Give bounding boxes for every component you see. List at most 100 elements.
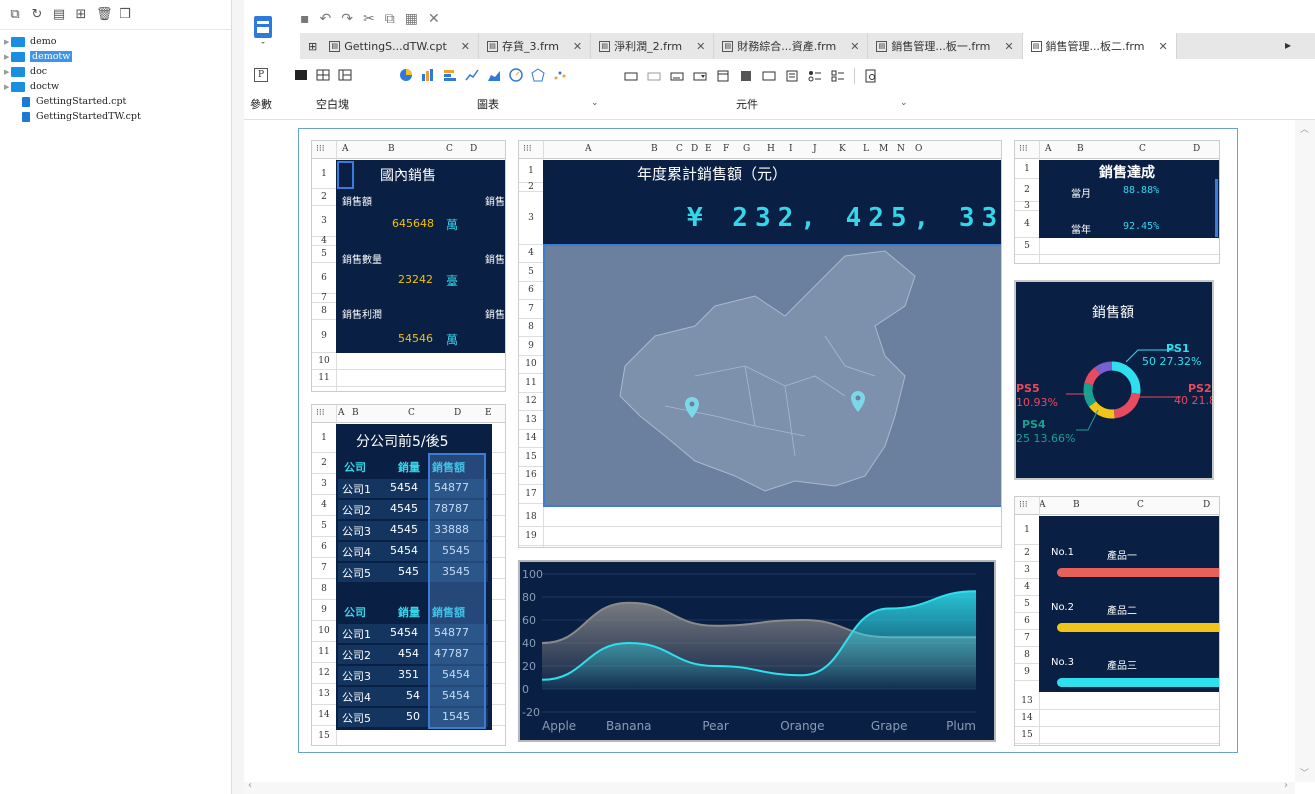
hbar-chart-icon[interactable]	[443, 68, 457, 82]
row-number[interactable]: 8	[519, 319, 543, 336]
textbox-icon[interactable]	[670, 69, 684, 83]
row-number[interactable]: 3	[519, 192, 543, 244]
delete-icon[interactable]: 🗑	[96, 7, 113, 22]
calendar-icon[interactable]	[739, 69, 753, 83]
row-number[interactable]: 3	[312, 474, 336, 494]
document-tab[interactable]: ▤ 存貨_3.frm ✕	[479, 33, 592, 59]
textarea-icon[interactable]	[785, 69, 799, 83]
radar-icon[interactable]	[531, 68, 545, 82]
column-label[interactable]: D	[691, 144, 698, 154]
row-number[interactable]: 1	[1015, 160, 1039, 178]
row-number[interactable]: 13	[312, 684, 336, 704]
annual-sales-map-report[interactable]: ⁝⁝⁝ A B C D E F G H I J K L M N O 1 2 3 4 5 6 7 8 9 10 11 12 13 14 15…	[518, 140, 1002, 548]
donut-chart-panel[interactable]: 銷售額 PS1 50 27.32% PS2 40 21.8 PS4 25 13.…	[1014, 280, 1214, 480]
row-number[interactable]: 17	[519, 486, 543, 503]
expand-arrow-icon[interactable]: ▶	[0, 68, 9, 76]
tree-item[interactable]: ▶ demotw	[0, 49, 231, 64]
column-label[interactable]: O	[915, 144, 922, 154]
tree-item[interactable]: ▶ demo	[0, 34, 231, 49]
row-number[interactable]: 2	[1015, 545, 1039, 561]
branch-ranking-report[interactable]: ⁝⁝⁝ ABCDE 1 2 3 4 5 6 7 8 9 10 11 12 13 14 15 分公司前5/後5…	[311, 404, 506, 746]
tree-item[interactable]: ▶ doc	[0, 64, 231, 79]
sales-achievement-report[interactable]: ⁝⁝⁝ ABCD 12345 銷售達成 當月 88.88% 當年 92.45%	[1014, 140, 1220, 264]
column-label[interactable]: J	[813, 144, 817, 154]
radio-group-icon[interactable]	[808, 69, 822, 83]
horizontal-scrollbar[interactable]: ‹ ›	[244, 780, 1295, 794]
preview-icon[interactable]	[864, 69, 878, 83]
template-icon[interactable]	[248, 12, 278, 46]
dropdown-icon[interactable]	[693, 69, 707, 83]
document-tab[interactable]: ▤ 淨利潤_2.frm ✕	[591, 33, 715, 59]
number-icon[interactable]	[762, 69, 776, 83]
tree-item[interactable]: GettingStartedTW.cpt	[0, 109, 231, 124]
row-number[interactable]: 2	[312, 453, 336, 473]
row-number[interactable]: 5	[312, 516, 336, 536]
column-label[interactable]: E	[705, 144, 712, 154]
row-number[interactable]: 6	[1015, 613, 1039, 629]
checkbox-group-icon[interactable]	[831, 69, 845, 83]
selected-cell[interactable]	[337, 161, 354, 189]
row-number[interactable]: 2	[1015, 179, 1039, 201]
row-number[interactable]: 2	[312, 189, 336, 205]
row-number[interactable]: 9	[519, 338, 543, 355]
row-number[interactable]: 10	[312, 353, 336, 369]
row-number[interactable]: 7	[1015, 630, 1039, 646]
row-number[interactable]: 4	[312, 237, 336, 246]
map-panel[interactable]	[543, 244, 1001, 507]
row-number[interactable]: 6	[312, 263, 336, 293]
tree-item[interactable]: ▶ doctw	[0, 79, 231, 94]
close-tab-icon[interactable]: ✕	[1158, 40, 1167, 53]
undo-icon[interactable]: ↶	[320, 11, 332, 27]
row-number[interactable]: 3	[1015, 202, 1039, 211]
row-number[interactable]: 7	[312, 294, 336, 303]
paste-icon[interactable]: ▦	[405, 11, 418, 27]
panel-splitter[interactable]	[232, 0, 244, 794]
row-number[interactable]: 1	[312, 424, 336, 452]
row-number[interactable]: 9	[312, 600, 336, 620]
row-number[interactable]: 14	[519, 430, 543, 447]
row-number[interactable]: 15	[312, 726, 336, 745]
row-number[interactable]: 4	[312, 495, 336, 515]
param-icon[interactable]: P	[254, 68, 268, 82]
tree-item[interactable]: GettingStarted.cpt	[0, 94, 231, 109]
button-widget-icon[interactable]	[624, 69, 638, 83]
document-tab[interactable]: ▤ GettingS...dTW.cpt ✕	[321, 33, 479, 59]
row-number[interactable]: 5	[312, 246, 336, 262]
chevron-down-icon[interactable]: ⌄	[900, 98, 908, 108]
row-number[interactable]: 13	[519, 412, 543, 429]
row-number[interactable]: 11	[312, 642, 336, 662]
document-tab[interactable]: ▤ 財務綜合...資產.frm ✕	[714, 33, 869, 59]
date-icon[interactable]	[716, 69, 730, 83]
column-label[interactable]: G	[743, 144, 750, 154]
column-label[interactable]: M	[879, 144, 888, 154]
tab-menu-icon[interactable]: ▸	[1285, 38, 1291, 52]
column-label[interactable]: H	[767, 144, 775, 154]
row-number[interactable]: 18	[519, 508, 543, 526]
product-ranking-report[interactable]: ⁝⁝⁝ ABCD 1 2 3 4 5 6 7 8 9 13 14 15 No.1 產品一 No.2 產品二 N…	[1014, 496, 1220, 746]
grid-icon[interactable]	[316, 68, 330, 82]
cut-icon[interactable]: ✂	[363, 11, 375, 27]
document-tab[interactable]: ▤ 銷售管理...板一.frm ✕	[868, 33, 1023, 59]
row-number[interactable]: 8	[312, 579, 336, 599]
chevron-down-icon[interactable]: ⌄	[591, 98, 599, 108]
row-number[interactable]: 11	[519, 375, 543, 392]
copy-icon[interactable]: ⧉	[385, 11, 395, 27]
expand-arrow-icon[interactable]: ▶	[0, 53, 9, 61]
locate-icon[interactable]: ⊞	[74, 7, 88, 22]
row-number[interactable]: 2	[519, 183, 543, 192]
close-tab-icon[interactable]: ✕	[461, 40, 470, 53]
close-tab-icon[interactable]: ✕	[696, 40, 705, 53]
row-number[interactable]: 3	[1015, 562, 1039, 578]
blank-block-icon[interactable]	[294, 68, 308, 82]
area-chart-panel[interactable]: 100 80 60 40 20 0 -20 Apple Banana Pear Orange Grap…	[518, 560, 996, 742]
column-label[interactable]: L	[863, 144, 869, 154]
row-number[interactable]: 13	[1015, 693, 1039, 709]
row-number[interactable]: 5	[519, 264, 543, 281]
row-number[interactable]: 6	[519, 282, 543, 299]
redo-icon[interactable]: ↷	[341, 11, 353, 27]
save-icon[interactable]: ▪	[300, 11, 310, 27]
new-folder-icon[interactable]: ⧉	[8, 7, 22, 22]
expand-arrow-icon[interactable]: ▶	[0, 83, 9, 91]
area-chart-icon[interactable]	[487, 68, 501, 82]
document-tab[interactable]: ▤ 銷售管理...板二.frm ✕	[1022, 33, 1177, 59]
